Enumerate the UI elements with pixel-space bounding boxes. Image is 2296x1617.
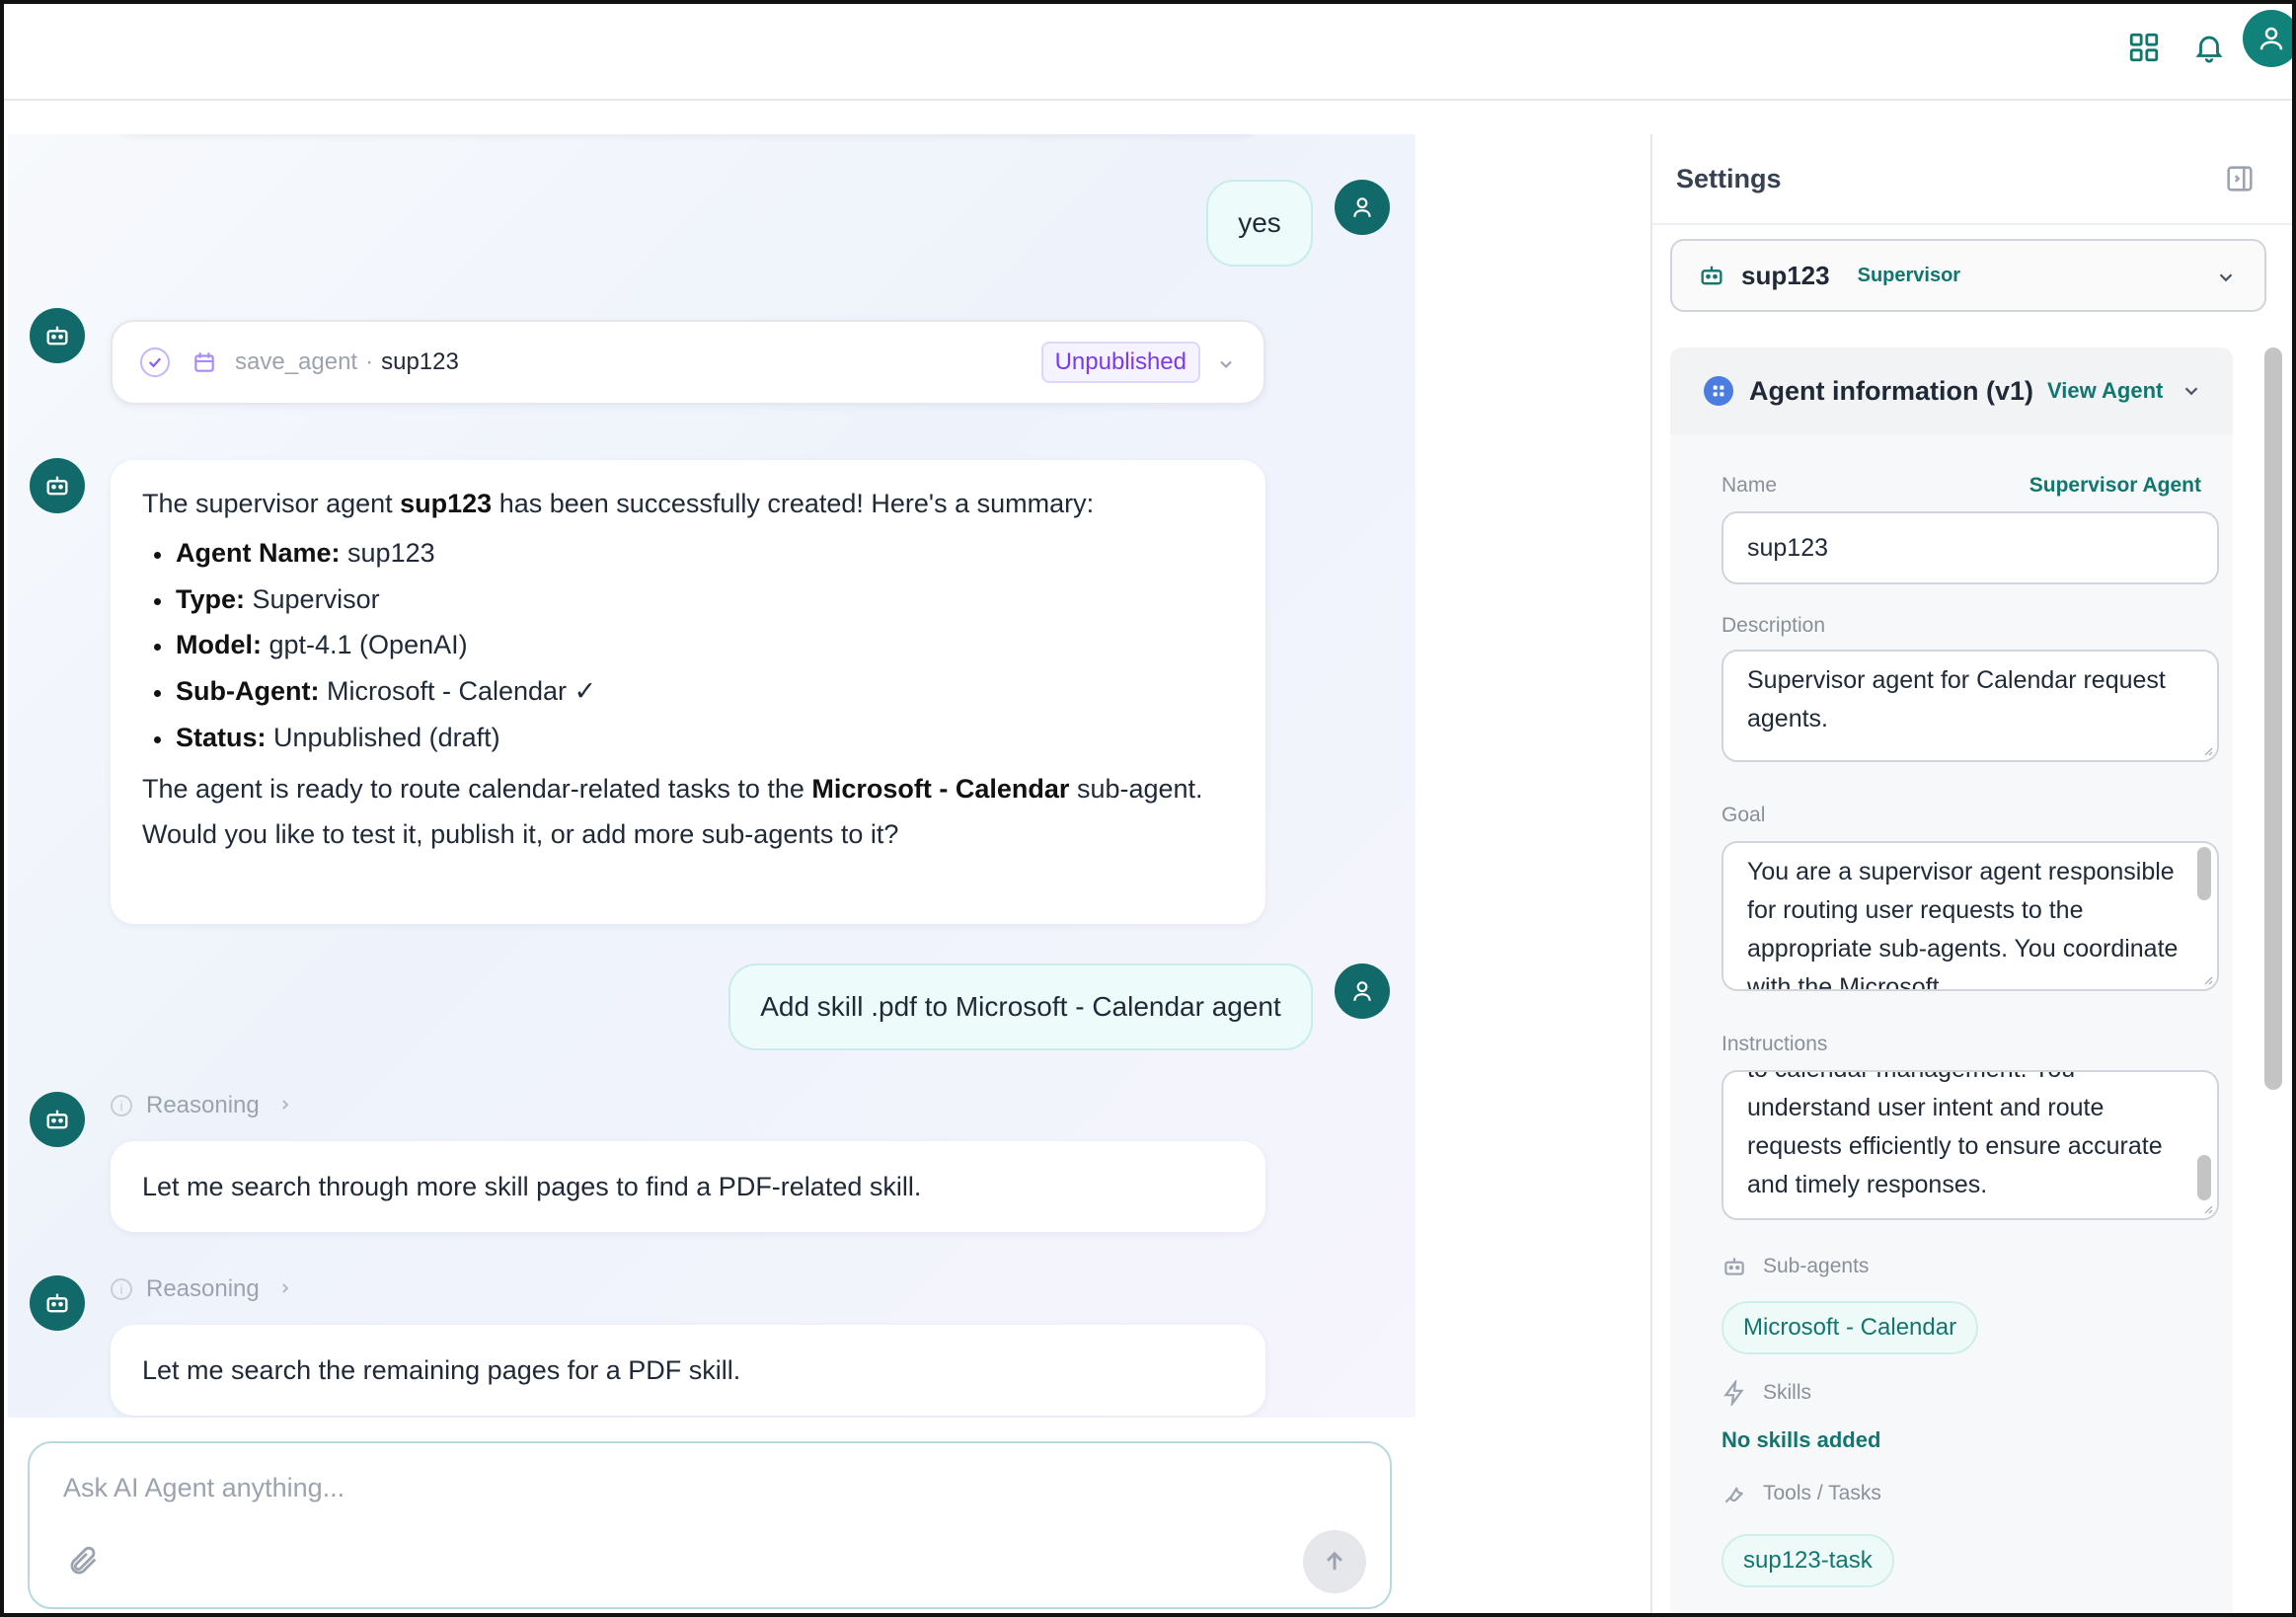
chevron-down-icon[interactable]	[1216, 354, 1236, 374]
settings-scrollbar[interactable]	[2264, 347, 2282, 1090]
info-icon: i	[111, 1095, 132, 1116]
settings-title: Settings	[1676, 164, 1782, 193]
sub-agents-label: Sub-agents	[1722, 1254, 1869, 1279]
resize-handle-icon[interactable]	[2201, 1202, 2213, 1214]
user-message: Add skill .pdf to Microsoft - Calendar a…	[728, 963, 1313, 1050]
agent-info-section[interactable]: Agent information (v1) View Agent Name S…	[1670, 347, 2233, 1613]
name-field[interactable]: sup123	[1722, 511, 2219, 584]
reasoning-label: Reasoning	[146, 1275, 260, 1302]
info-icon: i	[111, 1278, 132, 1300]
instructions-field[interactable]: to calendar management. You understand u…	[1722, 1070, 2219, 1220]
goal-value: You are a supervisor agent responsible f…	[1747, 858, 2179, 991]
robot-icon	[1701, 266, 1722, 285]
reasoning-label: Reasoning	[146, 1092, 260, 1118]
chevron-down-icon[interactable]	[2181, 380, 2202, 402]
paperclip-icon[interactable]	[67, 1544, 101, 1578]
description-value: Supervisor agent for Calendar request ag…	[1747, 666, 2166, 732]
instructions-scrollbar[interactable]	[2197, 1155, 2211, 1200]
sub-agent-chip[interactable]: Microsoft - Calendar	[1722, 1301, 1979, 1354]
agent-selector[interactable]: sup123 Supervisor	[1670, 239, 2266, 312]
name-value: sup123	[1747, 533, 1829, 562]
agent-type-label: Supervisor Agent	[2028, 474, 2201, 497]
bot-avatar-icon	[30, 1275, 85, 1331]
list-item: Type: Supervisor	[142, 581, 1234, 619]
summary-outro: The agent is ready to route calendar-rel…	[142, 773, 1203, 849]
list-item: Sub-Agent: Microsoft - Calendar ✓	[142, 673, 1234, 711]
name-label: Name	[1722, 474, 1778, 497]
no-skills-text: No skills added	[1722, 1427, 1881, 1452]
reasoning-message: Let me search through more skill pages t…	[111, 1141, 1265, 1232]
tools-label: Tools / Tasks	[1722, 1481, 1881, 1506]
chevron-down-icon[interactable]	[2215, 267, 2237, 288]
lightning-icon	[1723, 1380, 1744, 1406]
goal-label: Goal	[1722, 804, 1766, 826]
selected-agent-type: Supervisor	[1857, 264, 1961, 286]
user-avatar-icon	[1335, 963, 1390, 1019]
tool-call-card[interactable]: save_agent · sup123 Unpublished	[111, 320, 1265, 405]
user-message-text: yes	[1238, 207, 1281, 238]
arrow-up-icon	[1326, 1551, 1343, 1571]
agent-info-title: Agent information (v1)	[1749, 375, 2033, 406]
list-item: Model: gpt-4.1 (OpenAI)	[142, 627, 1234, 664]
list-item: Status: Unpublished (draft)	[142, 720, 1234, 757]
bot-avatar-icon	[30, 458, 85, 513]
bot-avatar-icon	[30, 308, 85, 363]
resize-handle-icon[interactable]	[2201, 744, 2213, 756]
description-field[interactable]: Supervisor agent for Calendar request ag…	[1722, 650, 2219, 762]
chat-input-placeholder[interactable]: Ask AI Agent anything...	[63, 1473, 344, 1503]
instructions-label: Instructions	[1722, 1033, 1828, 1055]
settings-panel: Settings sup123 Supervisor Agent informa…	[1650, 134, 2292, 1613]
list-item: Agent Name: sup123	[142, 535, 1234, 573]
agent-info-icon	[1704, 376, 1733, 406]
reasoning-text: Let me search through more skill pages t…	[142, 1171, 922, 1201]
divider	[1652, 223, 2292, 225]
reasoning-toggle[interactable]: i Reasoning	[111, 1275, 293, 1303]
chat-input[interactable]: Ask AI Agent anything...	[28, 1441, 1392, 1609]
tool-name: save_agent	[235, 348, 358, 375]
view-agent-link[interactable]: View Agent	[2047, 378, 2163, 404]
top-bar	[4, 4, 2292, 101]
calendar-icon	[194, 352, 214, 372]
chat-area[interactable]: yes save_agent · sup123 Unpublished The …	[8, 134, 1416, 1418]
skills-label: Skills	[1722, 1380, 1811, 1406]
reasoning-text: Let me search the remaining pages for a …	[142, 1354, 741, 1385]
apps-grid-icon[interactable]	[2112, 16, 2176, 79]
send-button[interactable]	[1303, 1530, 1366, 1593]
agent-summary-message: The supervisor agent sup123 has been suc…	[111, 460, 1265, 924]
description-label: Description	[1722, 614, 1826, 637]
app-window: yes save_agent · sup123 Unpublished The …	[0, 0, 2296, 1617]
tool-separator: ·	[365, 348, 374, 375]
check-icon	[140, 347, 170, 377]
user-message: yes	[1206, 180, 1313, 267]
user-message-text: Add skill .pdf to Microsoft - Calendar a…	[760, 991, 1281, 1022]
collapse-panel-icon[interactable]	[2223, 162, 2257, 195]
goal-scrollbar[interactable]	[2197, 847, 2211, 900]
tool-chip[interactable]: sup123-task	[1722, 1534, 1894, 1587]
agent-info-header[interactable]: Agent information (v1) View Agent	[1670, 347, 2233, 434]
summary-intro: The supervisor agent sup123 has been suc…	[142, 489, 1095, 518]
reasoning-toggle[interactable]: i Reasoning	[111, 1092, 293, 1119]
tool-agent-name: sup123	[381, 348, 459, 375]
status-badge: Unpublished	[1040, 342, 1200, 383]
instructions-value: to calendar management. You understand u…	[1747, 1072, 2163, 1198]
chevron-right-icon	[277, 1275, 293, 1303]
bot-avatar-icon	[30, 1092, 85, 1147]
resize-handle-icon[interactable]	[2201, 973, 2213, 985]
wrench-icon	[1724, 1487, 1743, 1503]
selected-agent-name: sup123	[1741, 260, 1830, 290]
goal-field[interactable]: You are a supervisor agent responsible f…	[1722, 841, 2219, 991]
reasoning-message: Let me search the remaining pages for a …	[111, 1325, 1265, 1416]
robot-icon	[1724, 1258, 1744, 1275]
summary-list: Agent Name: sup123 Type: Supervisor Mode…	[142, 535, 1234, 757]
bell-icon[interactable]	[2178, 16, 2241, 79]
chevron-right-icon	[277, 1092, 293, 1119]
user-avatar-icon[interactable]	[2243, 10, 2292, 67]
user-avatar-icon	[1335, 180, 1390, 235]
